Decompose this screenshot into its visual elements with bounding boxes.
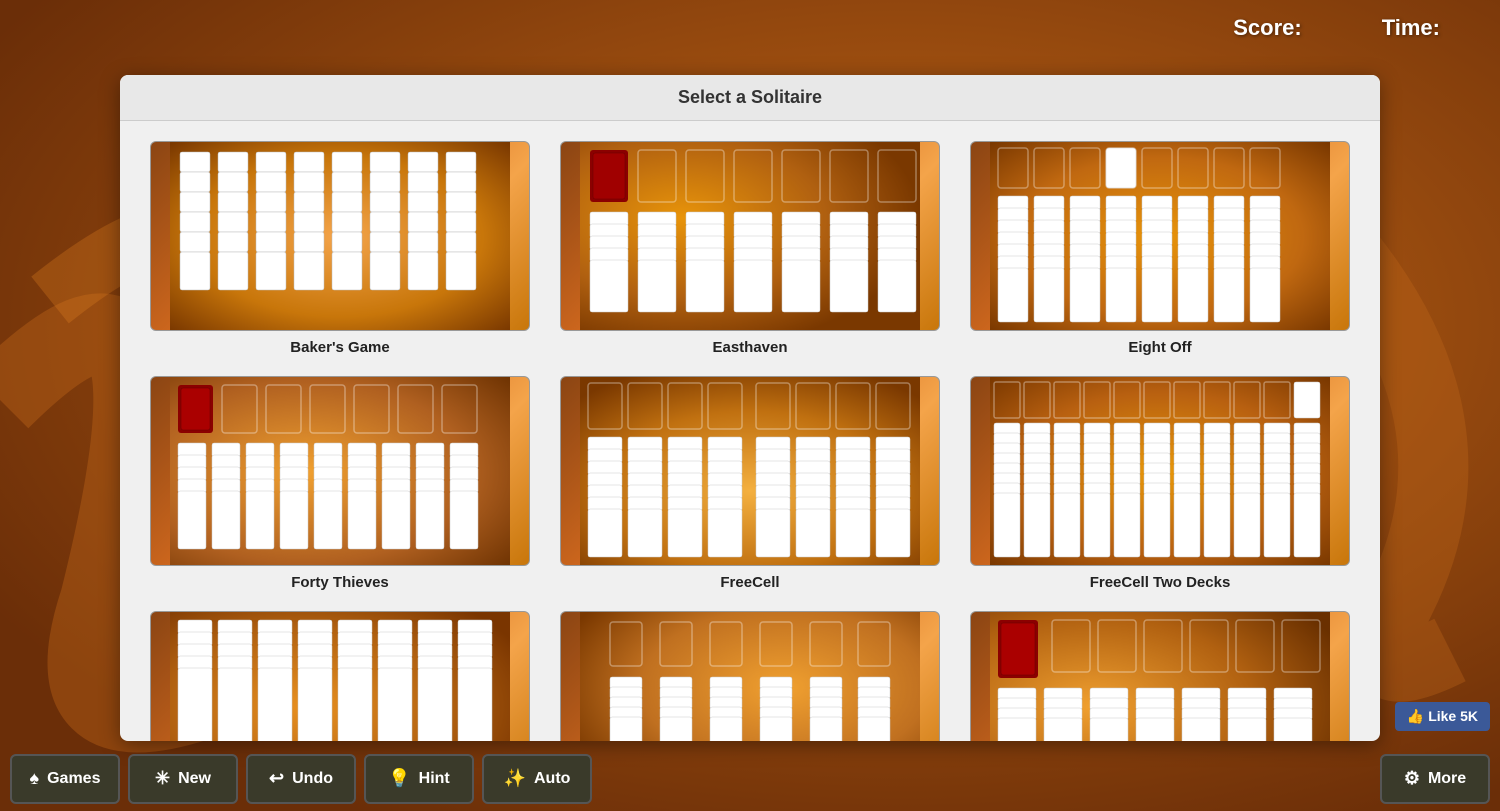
game-name-easthaven: Easthaven <box>712 339 787 356</box>
game-thumbnail-forty-thieves <box>150 376 530 566</box>
hint-icon: 💡 <box>388 768 410 789</box>
auto-icon: ✨ <box>504 768 526 789</box>
undo-label: Undo <box>292 770 333 788</box>
gear-icon: ⚙ <box>1404 768 1420 789</box>
game-item-eight-off[interactable]: Eight Off <box>970 141 1350 356</box>
more-button[interactable]: ⚙ More <box>1380 754 1490 804</box>
game-thumbnail-freecell <box>560 376 940 566</box>
game-name-forty-thieves: Forty Thieves <box>291 574 389 591</box>
time-label: Time: <box>1382 15 1440 41</box>
game-name-freecell: FreeCell <box>720 574 779 591</box>
game-item-game9[interactable] <box>970 611 1350 741</box>
game-name-eight-off: Eight Off <box>1128 339 1191 356</box>
games-button[interactable]: ♠ Games <box>10 754 120 804</box>
game-item-forty-thieves[interactable]: Forty Thieves <box>150 376 530 591</box>
game-thumbnail-game9 <box>970 611 1350 741</box>
game-item-freecell-two-decks[interactable]: FreeCell Two Decks <box>970 376 1350 591</box>
header: Score: Time: <box>0 0 1500 55</box>
toolbar: ♠ Games ✳ New ↩ Undo 💡 Hint ✨ Auto ⚙ Mor… <box>0 746 1500 811</box>
game-item-easthaven[interactable]: Easthaven <box>560 141 940 356</box>
game-grid: Baker's Game <box>120 121 1380 741</box>
game-item-freecell[interactable]: FreeCell <box>560 376 940 591</box>
score-label: Score: <box>1233 15 1301 41</box>
auto-button[interactable]: ✨ Auto <box>482 754 592 804</box>
game-thumbnail-eight-off <box>970 141 1350 331</box>
game-item-game7[interactable] <box>150 611 530 741</box>
undo-icon: ↩ <box>269 768 284 789</box>
game-thumbnail-game7 <box>150 611 530 741</box>
new-label: New <box>178 770 211 788</box>
undo-button[interactable]: ↩ Undo <box>246 754 356 804</box>
game-thumbnail-bakers-game <box>150 141 530 331</box>
more-label: More <box>1428 770 1466 788</box>
hint-label: Hint <box>419 770 450 788</box>
game-thumbnail-easthaven <box>560 141 940 331</box>
game-item-bakers-game[interactable]: Baker's Game <box>150 141 530 356</box>
game-name-freecell-two-decks: FreeCell Two Decks <box>1090 574 1231 591</box>
game-select-dialog: Select a Solitaire <box>120 75 1380 741</box>
new-button[interactable]: ✳ New <box>128 754 238 804</box>
facebook-like-button[interactable]: 👍 Like 5K <box>1395 702 1490 731</box>
games-label: Games <box>47 770 100 788</box>
dialog-title: Select a Solitaire <box>120 75 1380 121</box>
hint-button[interactable]: 💡 Hint <box>364 754 474 804</box>
auto-label: Auto <box>534 770 570 788</box>
game-name-bakers-game: Baker's Game <box>290 339 389 356</box>
spade-icon: ♠ <box>30 768 40 789</box>
game-item-game8[interactable] <box>560 611 940 741</box>
new-icon: ✳ <box>155 768 170 789</box>
game-thumbnail-freecell-two-decks <box>970 376 1350 566</box>
game-thumbnail-game8 <box>560 611 940 741</box>
